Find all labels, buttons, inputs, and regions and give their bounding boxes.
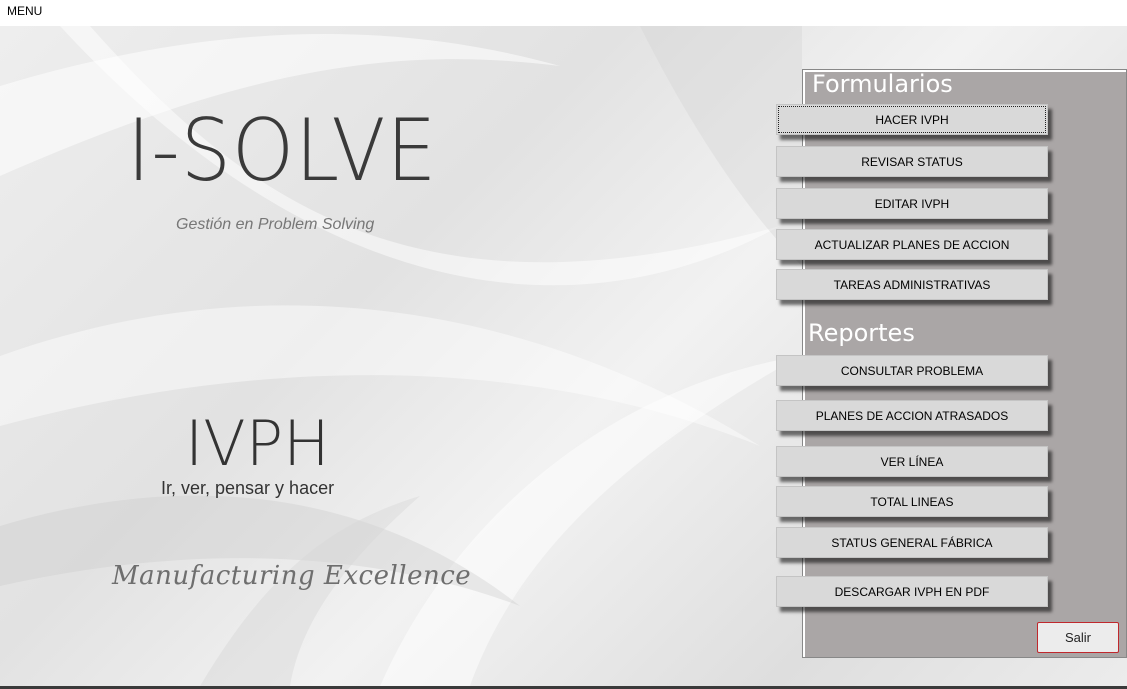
window-title: MENU xyxy=(7,4,43,18)
section-title-reportes: Reportes xyxy=(808,319,915,347)
revisar-status-button[interactable]: REVISAR STATUS xyxy=(776,146,1048,177)
slogan: Manufacturing Excellence xyxy=(112,561,472,591)
editar-ivph-button[interactable]: EDITAR IVPH xyxy=(776,188,1048,219)
title-bar: MENU xyxy=(0,0,1127,26)
consultar-problema-button[interactable]: CONSULTAR PROBLEMA xyxy=(776,355,1048,386)
actualizar-planes-button[interactable]: ACTUALIZAR PLANES DE ACCION xyxy=(776,229,1048,260)
status-general-fabrica-button[interactable]: STATUS GENERAL FÁBRICA xyxy=(776,527,1048,558)
ver-linea-button[interactable]: VER LÍNEA xyxy=(776,446,1048,477)
program-tagline: Ir, ver, pensar y hacer xyxy=(161,478,335,498)
planes-atrasados-button[interactable]: PLANES DE ACCION ATRASADOS xyxy=(776,400,1048,431)
total-lineas-button[interactable]: TOTAL LINEAS xyxy=(776,486,1048,517)
section-title-formularios: Formularios xyxy=(812,70,953,98)
hacer-ivph-button[interactable]: HACER IVPH xyxy=(776,104,1048,135)
app-tagline: Gestión en Problem Solving xyxy=(176,216,375,233)
descargar-pdf-button[interactable]: DESCARGAR IVPH EN PDF xyxy=(776,576,1048,607)
program-title: IVPH xyxy=(185,407,330,480)
exit-button[interactable]: Salir xyxy=(1037,622,1119,653)
tareas-administrativas-button[interactable]: TAREAS ADMINISTRATIVAS xyxy=(776,269,1048,300)
app-logo-title: I-SOLVE xyxy=(127,101,438,201)
